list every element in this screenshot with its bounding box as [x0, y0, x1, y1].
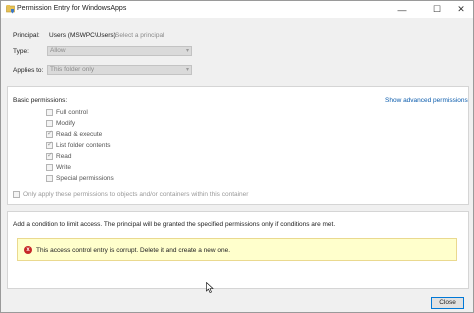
- error-icon: x: [24, 246, 32, 254]
- checkbox[interactable]: [46, 175, 53, 182]
- type-combo[interactable]: Allow ▾: [47, 46, 192, 56]
- permission-list-folder-contents[interactable]: List folder contents: [46, 140, 111, 149]
- permission-label: Modify: [56, 120, 76, 127]
- chevron-down-icon: ▾: [185, 67, 189, 73]
- minimize-button[interactable]: —: [390, 1, 414, 18]
- window-title: Permission Entry for WindowsApps: [17, 5, 127, 12]
- checkbox[interactable]: [46, 120, 53, 127]
- checkbox-checked[interactable]: [46, 129, 53, 138]
- basic-permissions-heading: Basic permissions:: [13, 97, 68, 104]
- type-value: Allow: [50, 47, 66, 54]
- permission-label: Full control: [56, 109, 88, 116]
- checkbox-checked[interactable]: [46, 151, 53, 160]
- permission-label: Read & execute: [56, 131, 103, 138]
- permission-label: Special permissions: [56, 175, 114, 182]
- folder-shield-icon: [6, 5, 15, 14]
- permission-write[interactable]: Write: [46, 164, 71, 171]
- applies-to-label: Applies to:: [13, 67, 44, 74]
- type-label: Type:: [13, 48, 29, 55]
- close-button[interactable]: Close: [431, 297, 464, 309]
- chevron-down-icon: ▾: [185, 48, 189, 54]
- permission-read[interactable]: Read: [46, 151, 72, 160]
- permission-entry-window: Permission Entry for WindowsApps — ☐ ✕ P…: [0, 0, 474, 313]
- apply-only-label: Only apply these permissions to objects …: [23, 191, 249, 198]
- permission-full-control[interactable]: Full control: [46, 109, 88, 116]
- applies-to-value: This folder only: [50, 66, 95, 73]
- checkbox-checked[interactable]: [46, 140, 53, 149]
- permission-special[interactable]: Special permissions: [46, 175, 114, 182]
- principal-label: Principal:: [13, 32, 40, 39]
- warning-message: This access control entry is corrupt. De…: [36, 247, 231, 254]
- mouse-pointer-icon: [206, 282, 214, 293]
- permission-label: Read: [56, 153, 72, 160]
- maximize-button[interactable]: ☐: [425, 1, 449, 18]
- applies-to-combo[interactable]: This folder only ▾: [47, 65, 192, 75]
- checkbox[interactable]: [13, 191, 20, 198]
- checkbox[interactable]: [46, 164, 53, 171]
- close-window-button[interactable]: ✕: [449, 1, 473, 18]
- permission-read-execute[interactable]: Read & execute: [46, 129, 103, 138]
- show-advanced-permissions-link[interactable]: Show advanced permissions: [385, 97, 468, 104]
- principal-value: Users (MSWPC\Users): [49, 32, 116, 39]
- title-bar[interactable]: Permission Entry for WindowsApps — ☐ ✕: [1, 1, 473, 18]
- permission-modify[interactable]: Modify: [46, 120, 75, 127]
- corrupt-entry-warning: x This access control entry is corrupt. …: [17, 238, 457, 261]
- select-principal-link[interactable]: Select a principal: [115, 32, 165, 39]
- permission-label: Write: [56, 164, 72, 171]
- checkbox[interactable]: [46, 109, 53, 116]
- condition-description: Add a condition to limit access. The pri…: [13, 221, 336, 228]
- permission-label: List folder contents: [56, 142, 111, 149]
- apply-only-option[interactable]: Only apply these permissions to objects …: [13, 191, 248, 198]
